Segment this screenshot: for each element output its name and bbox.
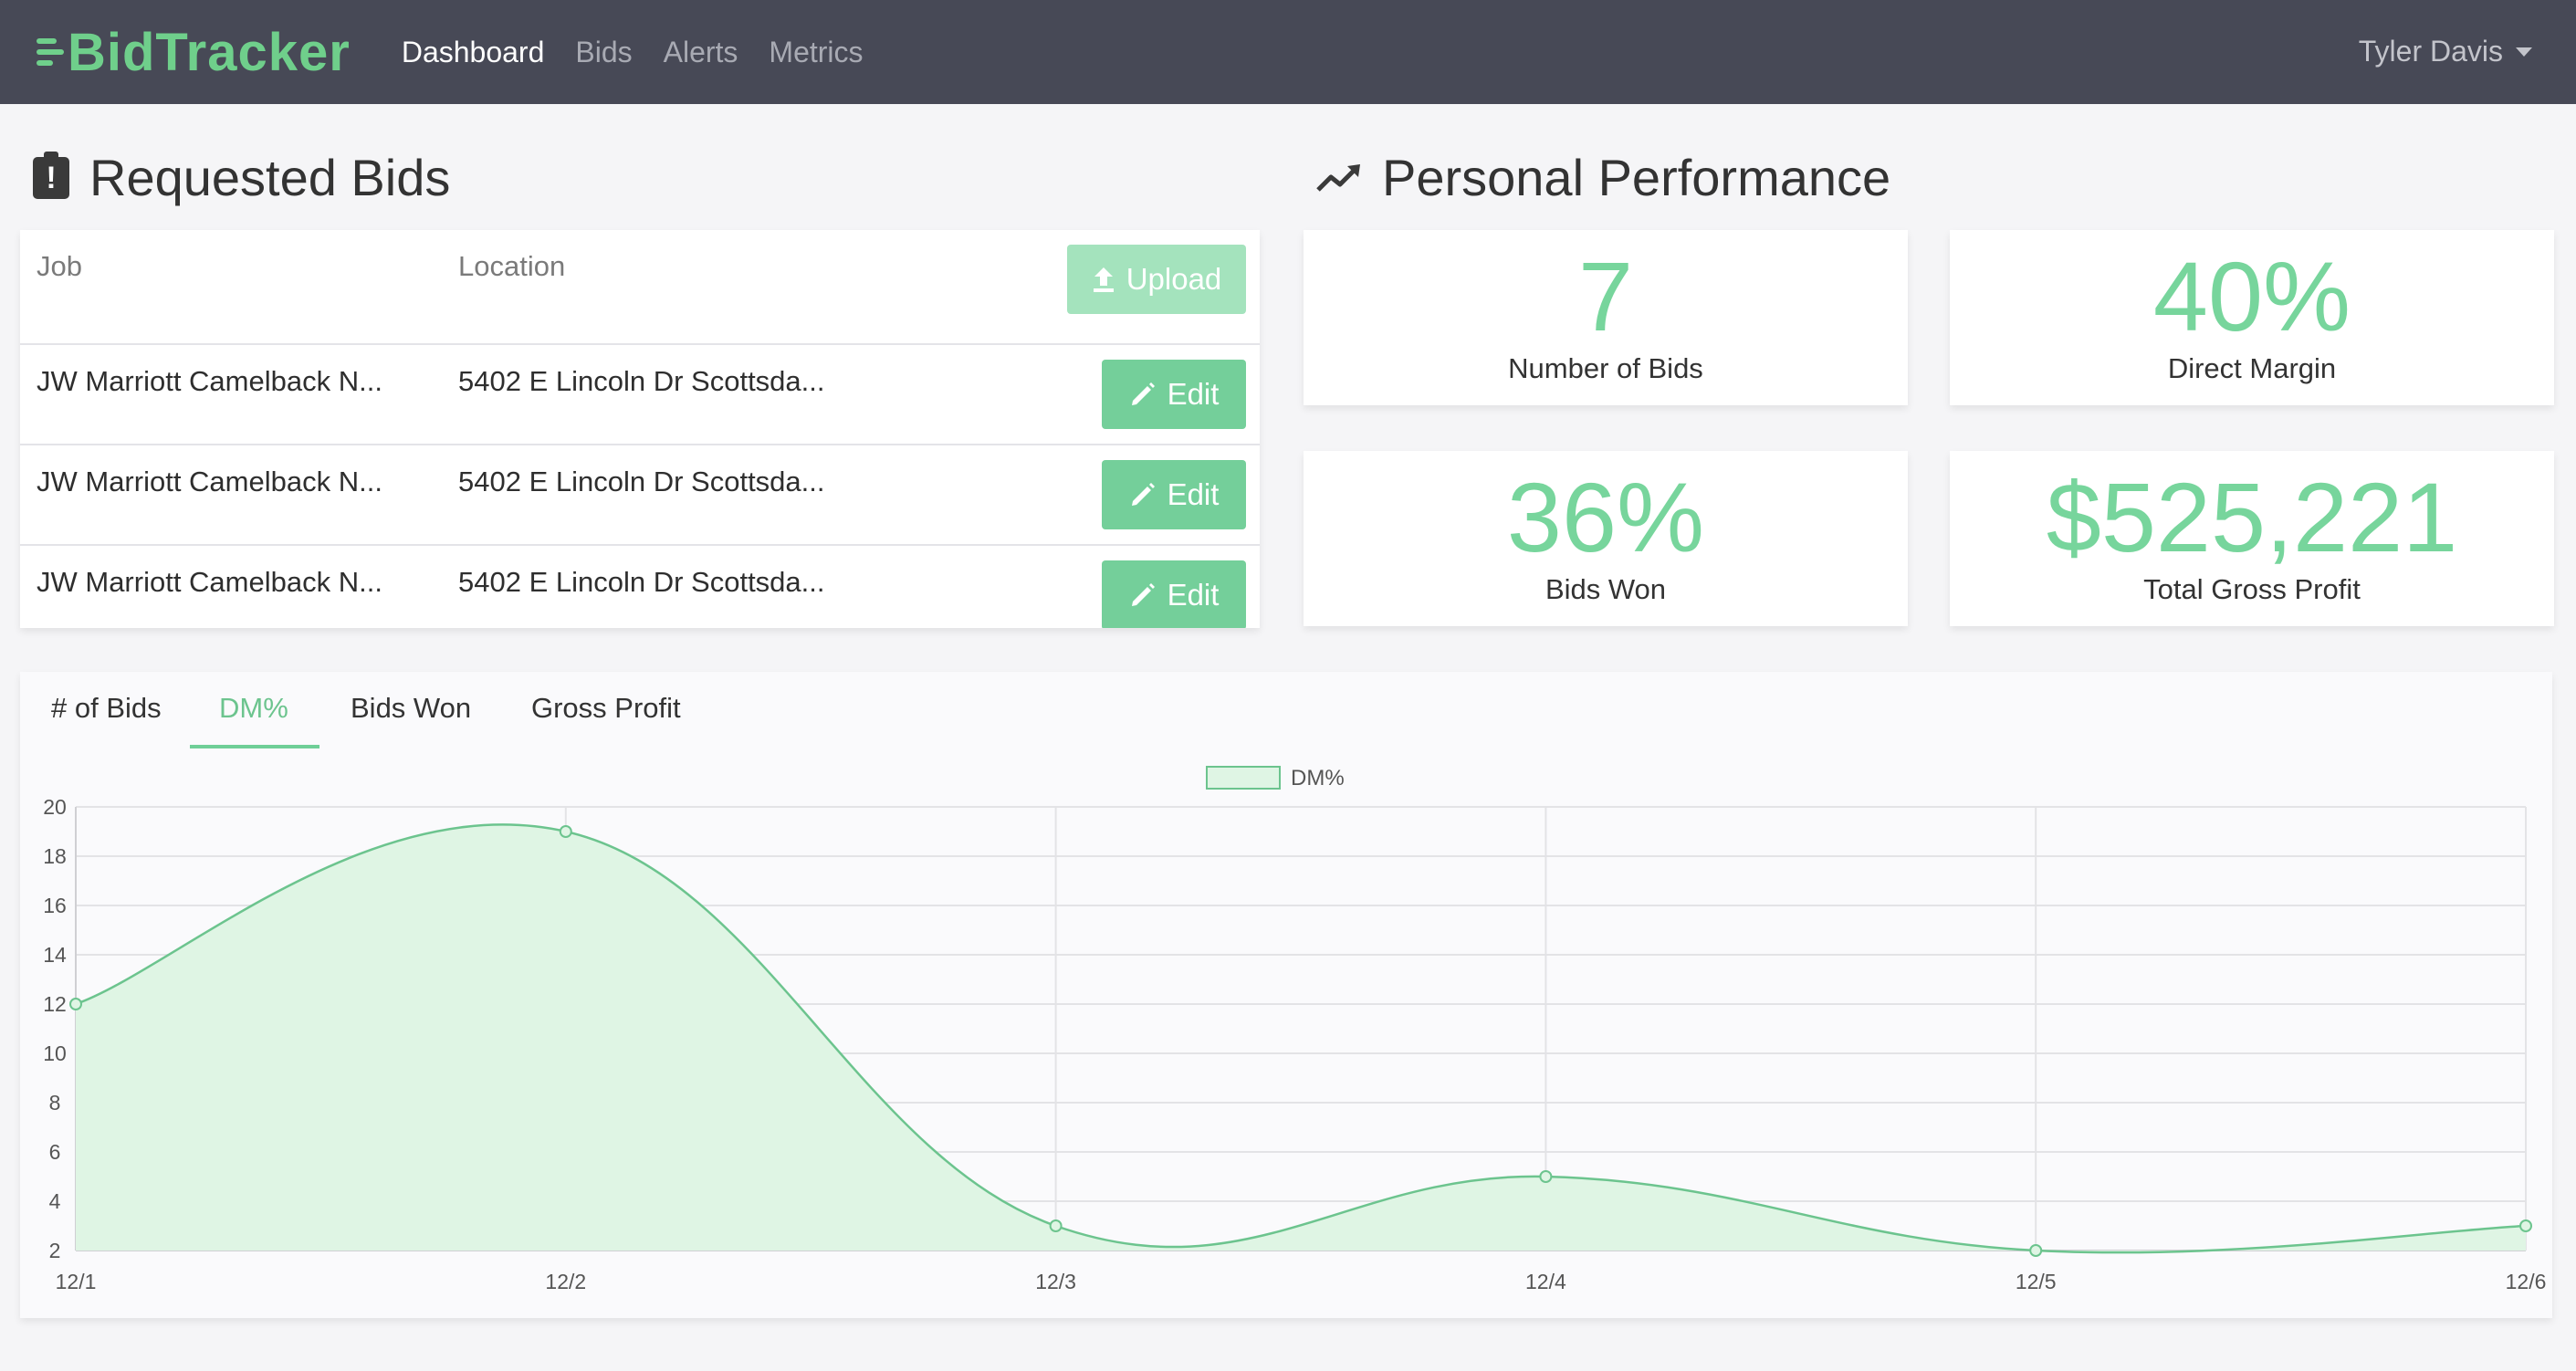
location-cell: 5402 E Lincoln Dr Scottsda... <box>458 466 825 497</box>
stat-direct-margin: 40% Direct Margin <box>1950 230 2554 405</box>
x-axis-ticks: 12/1 12/2 12/3 12/4 12/5 12/6 <box>56 1270 2547 1293</box>
y-tick-label: 16 <box>43 894 67 917</box>
stat-label: Number of Bids <box>1508 352 1703 384</box>
stat-value: 7 <box>1577 241 1634 351</box>
legend-label: DM% <box>1291 766 1345 790</box>
stat-value: 36% <box>1506 462 1705 572</box>
y-tick-label: 4 <box>49 1189 61 1213</box>
caret-down-icon <box>2516 47 2532 57</box>
edit-button[interactable]: Edit <box>1102 460 1246 529</box>
x-tick-label: 12/5 <box>2016 1270 2057 1293</box>
dm-area-chart: DM% 2468101214161820 12/1 12/2 12/3 12/4 12/… <box>43 766 2547 1293</box>
requested-bids-table: Job Location Upload JW Marriott Camelbac… <box>20 230 1260 628</box>
stat-label: Bids Won <box>1545 573 1667 605</box>
pencil-icon <box>1131 483 1155 506</box>
edit-label: Edit <box>1167 377 1220 411</box>
x-tick-label: 12/3 <box>1035 1270 1076 1293</box>
upload-label: Upload <box>1126 262 1222 296</box>
column-header-location: Location <box>458 250 566 282</box>
brand-logo[interactable]: BidTracker <box>37 22 351 83</box>
job-cell: JW Marriott Camelback N... <box>37 566 382 598</box>
user-menu[interactable]: Tyler Davis <box>2359 35 2532 68</box>
job-cell: JW Marriott Camelback N... <box>37 466 382 497</box>
y-tick-label: 10 <box>43 1041 67 1065</box>
stat-value: 40% <box>2152 241 2351 351</box>
navbar: BidTracker Dashboard Bids Alerts Metrics… <box>0 0 2576 104</box>
data-point <box>69 998 82 1010</box>
job-cell: JW Marriott Camelback N... <box>37 365 382 397</box>
series-area <box>76 824 2526 1253</box>
chart-legend: DM% <box>1206 766 1345 790</box>
requested-bids-title: Requested Bids <box>89 149 451 206</box>
chart-plot <box>69 823 2532 1257</box>
nav-bids[interactable]: Bids <box>575 36 632 69</box>
y-tick-label: 14 <box>43 943 67 967</box>
y-tick-label: 12 <box>43 992 67 1016</box>
legend-swatch <box>1206 766 1281 790</box>
stat-value: $525,221 <box>2046 462 2458 572</box>
x-tick-label: 12/2 <box>545 1270 586 1293</box>
location-cell: 5402 E Lincoln Dr Scottsda... <box>458 566 825 598</box>
speed-lines-icon <box>37 38 64 66</box>
data-point <box>1049 1219 1063 1232</box>
location-cell: 5402 E Lincoln Dr Scottsda... <box>458 365 825 397</box>
edit-label: Edit <box>1167 578 1220 612</box>
column-header-job: Job <box>37 250 82 282</box>
clipboard-alert-icon <box>33 151 69 199</box>
edit-label: Edit <box>1167 477 1220 511</box>
y-tick-label: 20 <box>43 795 67 819</box>
y-tick-label: 8 <box>49 1091 61 1115</box>
performance-title: Personal Performance <box>1382 149 1891 206</box>
x-tick-label: 12/1 <box>56 1270 97 1293</box>
brand-name: BidTracker <box>68 22 351 82</box>
table-row: JW Marriott Camelback N... 5402 E Lincol… <box>20 544 1260 628</box>
trending-up-icon <box>1316 163 1360 192</box>
data-point <box>2029 1244 2043 1257</box>
y-axis-ticks: 2 4 6 8 10 12 14 16 18 20 <box>43 795 67 1262</box>
stat-label: Direct Margin <box>2167 352 2337 384</box>
table-row: JW Marriott Camelback N... 5402 E Lincol… <box>20 343 1260 445</box>
y-tick-label: 2 <box>49 1239 61 1262</box>
edit-button[interactable]: Edit <box>1102 360 1246 429</box>
table-row: JW Marriott Camelback N... 5402 E Lincol… <box>20 444 1260 546</box>
data-point <box>1539 1170 1553 1183</box>
pencil-icon <box>1131 583 1155 606</box>
edit-button[interactable]: Edit <box>1102 560 1246 628</box>
user-name: Tyler Davis <box>2358 35 2503 68</box>
x-tick-label: 12/6 <box>2506 1270 2547 1293</box>
pencil-icon <box>1131 382 1155 405</box>
table-header: Job Location Upload <box>20 230 1260 330</box>
nav-dashboard[interactable]: Dashboard <box>402 36 545 69</box>
data-point <box>2519 1219 2532 1232</box>
nav-alerts[interactable]: Alerts <box>664 36 738 69</box>
upload-button[interactable]: Upload <box>1067 245 1246 314</box>
stat-number-of-bids: 7 Number of Bids <box>1304 230 1908 405</box>
x-tick-label: 12/4 <box>1525 1270 1566 1293</box>
nav-links: Dashboard Bids Alerts Metrics <box>402 36 864 69</box>
chart-card: # of Bids DM% Bids Won Gross Profit DM% … <box>20 672 2552 1318</box>
nav-metrics[interactable]: Metrics <box>769 36 863 69</box>
stat-bids-won: 36% Bids Won <box>1304 451 1908 626</box>
y-tick-label: 18 <box>43 844 67 868</box>
upload-icon <box>1093 267 1114 292</box>
y-tick-label: 6 <box>49 1140 61 1164</box>
stat-total-gross-profit: $525,221 Total Gross Profit <box>1950 451 2554 626</box>
requested-bids-heading: Requested Bids <box>33 148 450 207</box>
stat-label: Total Gross Profit <box>2143 573 2361 605</box>
performance-heading: Personal Performance <box>1316 148 1890 207</box>
data-point <box>559 825 572 838</box>
